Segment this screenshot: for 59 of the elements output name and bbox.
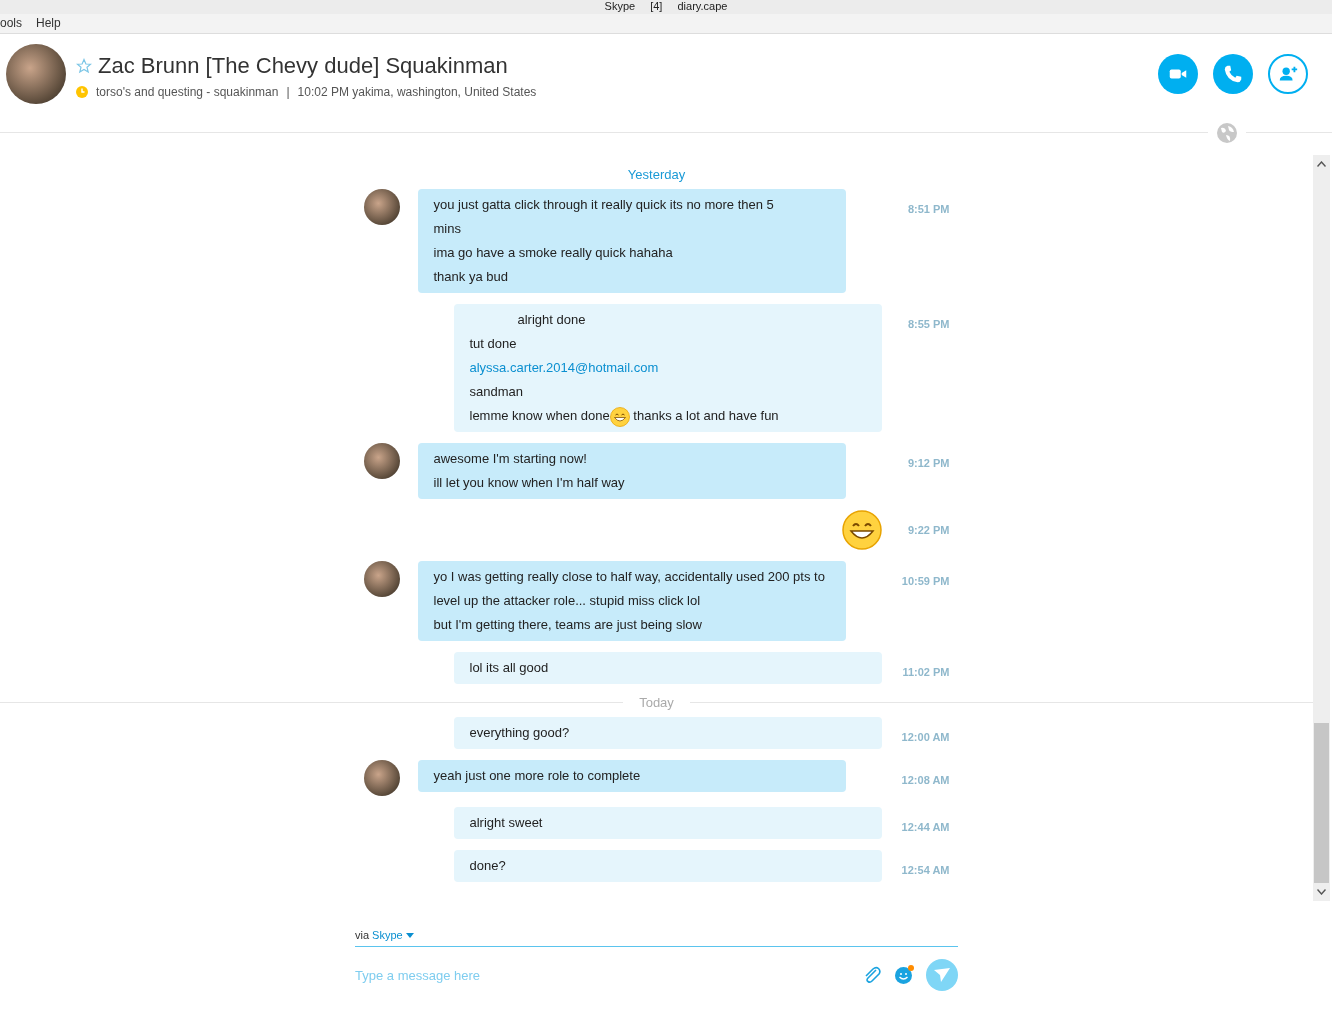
message-time: 8:55 PM: [906, 317, 950, 330]
grinning-emoji-icon: [841, 510, 882, 550]
phone-icon: [1222, 63, 1244, 85]
avatar: [6, 44, 66, 104]
message-time: 12:54 AM: [900, 863, 950, 876]
clock-icon: [76, 86, 88, 98]
avatar: [363, 561, 400, 597]
scrollbar-thumb[interactable]: [1314, 723, 1329, 883]
message-time: 12:44 AM: [900, 820, 950, 833]
send-icon: [933, 966, 951, 984]
date-divider: Today: [639, 695, 674, 710]
message-time: 9:12 PM: [906, 456, 950, 469]
message-text: sandman: [469, 384, 523, 399]
message-text: alright sweet: [469, 815, 543, 830]
star-icon[interactable]: [76, 58, 92, 74]
message-time: 11:02 PM: [901, 665, 950, 678]
caret-icon: [405, 932, 414, 938]
message-text: thank ya bud: [433, 269, 508, 284]
scrollbar[interactable]: [1313, 155, 1330, 901]
call-button[interactable]: [1213, 54, 1253, 94]
add-contact-button[interactable]: [1268, 54, 1308, 94]
service-dropdown[interactable]: Skype: [372, 929, 414, 941]
message-time: 12:08 AM: [900, 773, 950, 786]
local-time-location: 10:02 PM yakima, washington, United States: [297, 85, 537, 99]
message-text: mins: [433, 221, 461, 236]
message-text: thanks a lot and have fun: [633, 408, 779, 423]
message-text: lemme know when done: [469, 408, 610, 423]
message-text: yeah just one more role to complete: [433, 768, 641, 783]
message-text: lol its all good: [469, 660, 549, 675]
scroll-down-icon[interactable]: [1317, 889, 1326, 895]
send-button[interactable]: [926, 959, 958, 991]
window-title: Skype [4] diary.cape: [604, 0, 728, 12]
contact-name: Zac Brunn [The Chevy dude] Squakinman: [98, 53, 508, 79]
message-text: awesome I'm starting now!: [433, 451, 587, 466]
message-text: you just gatta click through it really quick its no more then 5: [433, 197, 774, 212]
scroll-up-icon[interactable]: [1317, 161, 1326, 167]
message-text: done?: [469, 858, 506, 873]
menu-item[interactable]: Help: [36, 14, 61, 33]
message-text: alright done: [516, 312, 586, 327]
via-label: via: [355, 929, 370, 941]
message-text: tut done: [469, 336, 517, 351]
emoticon-icon[interactable]: [894, 965, 914, 985]
avatar: [363, 760, 400, 796]
menu-item[interactable]: ools: [0, 14, 22, 33]
mood-message: torso's and questing - squakinman: [96, 85, 279, 99]
video-call-button[interactable]: [1158, 54, 1198, 94]
message-input[interactable]: Type a message here: [355, 963, 850, 987]
message-text: but I'm getting there, teams are just being slow: [433, 617, 702, 632]
message-text: everything good?: [469, 725, 570, 740]
avatar: [363, 189, 400, 225]
message-time: 8:51 PM: [906, 202, 950, 215]
separator: |: [286, 85, 290, 99]
message-time: 10:59 PM: [900, 574, 950, 587]
date-divider: Yesterday: [627, 167, 686, 182]
message-text: ima go have a smoke really quick hahaha: [433, 245, 673, 260]
message-time: 12:00 AM: [900, 730, 950, 743]
message-time: 9:22 PM: [906, 523, 950, 536]
message-text: ill let you know when I'm half way: [433, 475, 625, 490]
avatar: [363, 443, 400, 479]
